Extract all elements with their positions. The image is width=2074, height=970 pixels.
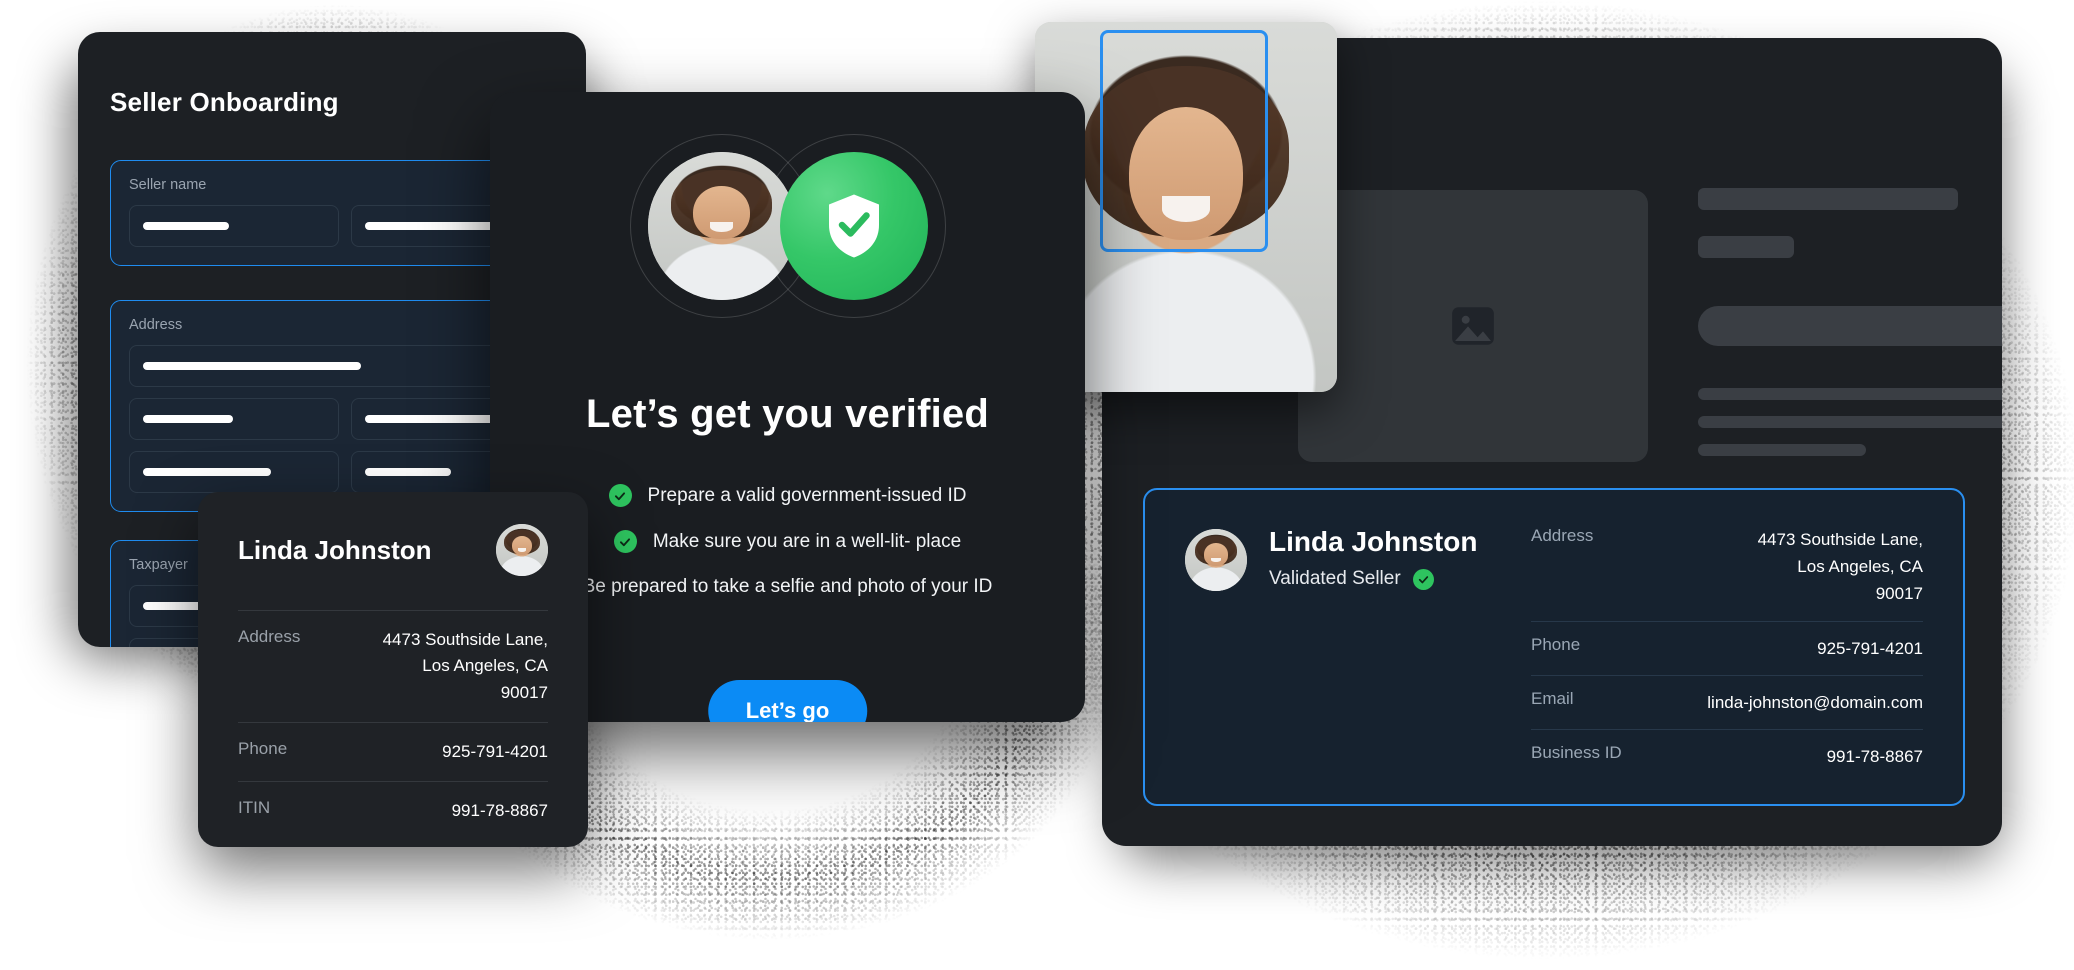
detail-key: Email [1531, 688, 1574, 708]
input-value-bar [143, 222, 229, 230]
input-value-bar [365, 415, 501, 423]
detail-key: Business ID [1531, 742, 1622, 762]
detail-row: Address 4473 Southside Lane, Los Angeles… [1531, 526, 1923, 621]
detail-value: 4473 Southside Lane, Los Angeles, CA 900… [1757, 530, 1923, 604]
detail-value: 991-78-8867 [1826, 746, 1923, 766]
input-value-bar [143, 468, 271, 476]
page-title: Seller Onboarding [110, 87, 339, 117]
validated-seller-name: Linda Johnston [1269, 526, 1478, 557]
detail-value: linda-johnston@domain.com [1707, 692, 1923, 712]
detail-value: 991-78-8867 [451, 801, 548, 821]
detail-value: 4473 Southside Lane, Los Angeles, CA 900… [382, 630, 548, 702]
id-photo-placeholder [1298, 190, 1648, 462]
skeleton-pill [1698, 306, 2002, 346]
image-placeholder-icon [1452, 307, 1494, 345]
status-badge-label: Validated Seller [1269, 568, 1401, 589]
detail-row: Address 4473 Southside Lane, Los Angeles… [238, 610, 548, 722]
seller-detail-card: Linda Johnston Address 4473 Southside La… [198, 492, 588, 847]
detail-row: Business ID 991-78-8867 [1531, 728, 1923, 783]
address-zip-input[interactable] [129, 451, 339, 493]
checklist-item-label: Make sure you are in a well-lit- place [652, 530, 962, 552]
status-badge: Validated Seller [1269, 568, 1477, 590]
input-value-bar [365, 222, 501, 230]
verification-illustration [629, 134, 946, 318]
check-circle-icon [608, 484, 632, 507]
validated-seller-card: Linda Johnston Validated Seller Address … [1143, 488, 1965, 806]
modal-heading: Let’s get you verified [585, 392, 989, 436]
verified-check-icon [1412, 568, 1434, 590]
lets-go-button[interactable]: Let’s go [707, 680, 868, 722]
avatar [496, 524, 548, 576]
input-value-bar [143, 415, 233, 423]
validated-seller-details: Address 4473 Southside Lane, Los Angeles… [1525, 526, 1923, 768]
detail-key: Phone [1531, 634, 1581, 654]
input-value-bar [365, 468, 451, 476]
skeleton-line-2 [1698, 416, 2002, 428]
avatar-face-image [496, 524, 548, 576]
avatar-face-image [1185, 529, 1247, 591]
shield-check-icon [779, 152, 928, 300]
skeleton-line-1 [1698, 388, 2002, 400]
seller-card-header: Linda Johnston [238, 524, 548, 576]
user-avatar-photo [647, 152, 796, 300]
detail-row: ITIN 991-78-8867 [238, 781, 548, 840]
modal-face-image [647, 152, 796, 300]
skeleton-line-3 [1698, 444, 1866, 456]
skeleton-line-title [1698, 188, 1958, 210]
seller-card-name: Linda Johnston [238, 534, 432, 565]
detail-key: Address [1531, 526, 1594, 545]
validated-seller-identity: Linda Johnston Validated Seller [1185, 526, 1525, 768]
screenshot-stage: Seller Onboarding Seller name Address Ta… [0, 0, 2074, 970]
detail-row: Phone 925-791-4201 [238, 722, 548, 781]
avatar [1185, 529, 1247, 591]
detail-value: 925-791-4201 [1817, 638, 1923, 658]
check-circle-icon [613, 530, 637, 553]
seller-first-name-input[interactable] [129, 205, 339, 247]
detail-row: Phone 925-791-4201 [1531, 620, 1923, 675]
checklist-item-label: Prepare a valid government-issued ID [647, 484, 967, 506]
detail-key: Address [238, 627, 301, 646]
skeleton-line-sub [1698, 236, 1794, 258]
detail-key: ITIN [238, 798, 271, 818]
detail-key: Phone [238, 739, 288, 759]
detail-value: 925-791-4201 [442, 742, 548, 762]
address-city-input[interactable] [129, 398, 339, 440]
detail-row: Email linda-johnston@domain.com [1531, 674, 1923, 729]
input-value-bar [143, 362, 361, 370]
